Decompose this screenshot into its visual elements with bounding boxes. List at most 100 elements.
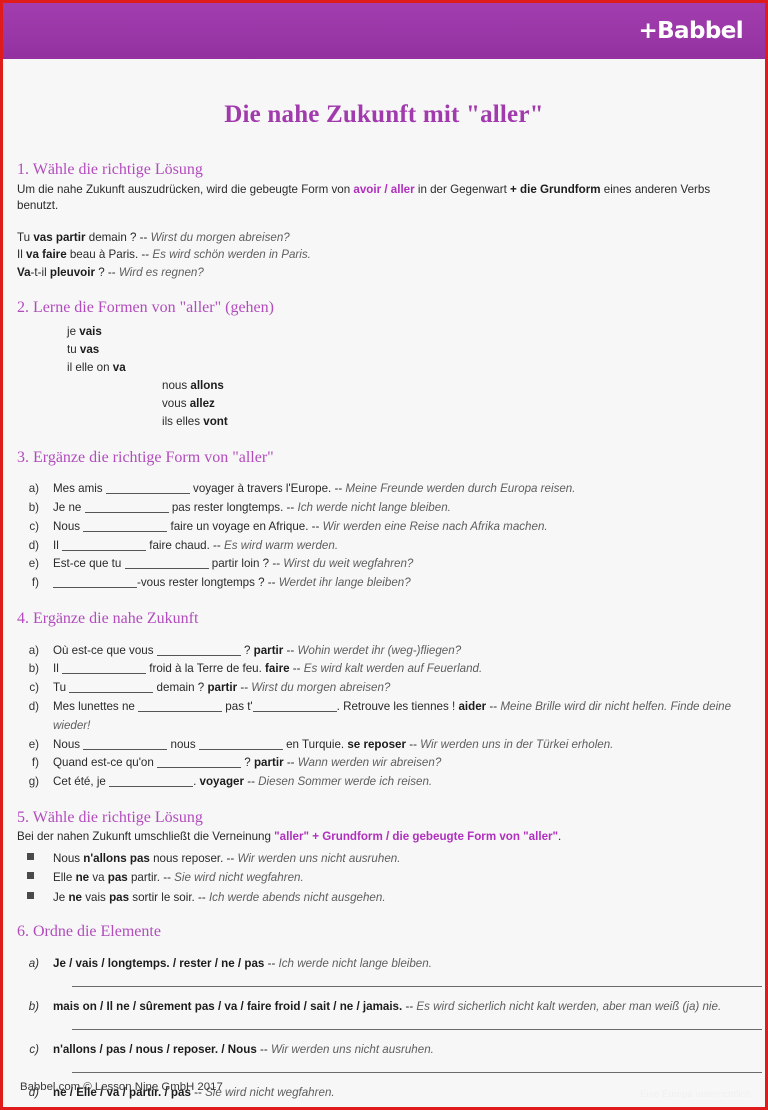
square-bullet-icon <box>17 868 53 886</box>
item-body: Nous faire un voyage en Afrique. -- Wir … <box>53 518 751 537</box>
conjugation-row: nous allons <box>17 377 751 395</box>
example-bold: vas partir <box>33 230 86 244</box>
conjugation-form: va <box>112 360 126 374</box>
conjugation-pronoun: tu <box>67 342 80 356</box>
example-post: -t-il <box>30 265 50 279</box>
babbel-logo: +Babbel <box>638 18 743 44</box>
item-letter: a) <box>28 956 39 970</box>
conjugation-row: tu vas <box>17 341 751 359</box>
item-pre: Quand est-ce qu'on <box>53 756 158 770</box>
item-post: demain ? <box>153 681 208 695</box>
fill-blank[interactable] <box>156 654 241 656</box>
item-pre: Tu <box>53 681 70 695</box>
item-post: en Turquie. <box>282 737 348 751</box>
item-translation: Wir werden uns nicht ausruhen. <box>270 1042 434 1056</box>
item-translation: Werdet ihr lange bleiben? <box>278 576 411 590</box>
item-bold-1: n'allons <box>83 851 127 865</box>
item-letter: b) <box>28 999 39 1013</box>
example-row: Va-t-il pleuvoir ? -- Wird es regnen? <box>17 264 751 282</box>
section5-items: Nous n'allons pas nous reposer. -- Wir w… <box>17 849 751 907</box>
item-infinitive: partir <box>253 643 284 657</box>
fill-blank[interactable] <box>83 748 168 750</box>
scrambled-elements: n'allons / pas / nous / reposer. / Nous <box>53 1042 257 1056</box>
item-body: Cet été, je . voyager -- Diesen Sommer w… <box>53 773 751 792</box>
item-post: -vous rester longtemps ? -- <box>137 576 279 590</box>
item-body: Il froid à la Terre de feu. faire -- Es … <box>53 660 751 679</box>
item-pre: Nous <box>53 519 84 533</box>
exercise-row: a) Mes amis voyager à travers l'Europe. -… <box>17 480 751 499</box>
item-body: mais on / Il ne / sûrement pas / va / fa… <box>53 998 751 1016</box>
item-mid: vais <box>82 890 110 904</box>
item-pre: Est-ce que tu <box>53 557 125 571</box>
section4-items: a) Où est-ce que vous ? partir -- Wohin w… <box>17 642 751 792</box>
example-row: Tu vas partir demain ? -- Wirst du morge… <box>17 229 751 247</box>
example-translation: Wird es regnen? <box>118 265 204 279</box>
fill-blank[interactable] <box>157 767 242 769</box>
exercise-row: g) Cet été, je . voyager -- Diesen Sommer… <box>17 773 751 792</box>
exercise-row: c) Tu demain ? partir -- Wirst du morgen … <box>17 679 751 698</box>
fill-blank[interactable] <box>84 512 169 514</box>
item-pre: Elle <box>53 871 76 885</box>
example-translation: Wirst du morgen abreisen? <box>150 230 290 244</box>
fill-blank[interactable] <box>62 549 147 551</box>
conjugation-pronoun: il elle on <box>67 360 113 374</box>
fill-blank-2[interactable] <box>198 748 283 750</box>
exercise-row: c) Nous faire un voyage en Afrique. -- Wi… <box>17 518 751 537</box>
intro-option-choice[interactable]: avoir / aller <box>353 183 414 196</box>
bullet-row: Je ne vais pas sortir le soir. -- Ich we… <box>17 888 751 907</box>
fill-blank[interactable] <box>83 530 168 532</box>
conjugation-form: vas <box>79 342 100 356</box>
item-post: pas rester longtemps. -- <box>168 501 298 515</box>
answer-line[interactable] <box>72 1071 762 1073</box>
item-translation: Wohin werdet ihr (weg-)fliegen? <box>297 643 462 657</box>
fill-blank[interactable] <box>109 786 194 788</box>
item-infinitive: aider <box>458 699 487 713</box>
intro-text-part1: Um die nahe Zukunft auszudrücken, wird d… <box>17 182 354 196</box>
fill-blank[interactable] <box>69 692 154 694</box>
item-sep: -- <box>283 643 298 657</box>
intro-bold-term: + die Grundform <box>510 182 601 196</box>
item-letter: d) <box>28 538 39 552</box>
item-post: ? <box>241 756 254 770</box>
item-letter: e) <box>28 557 39 571</box>
conjugation-row: je vais <box>17 323 751 341</box>
fill-blank[interactable] <box>124 568 209 570</box>
fill-blank[interactable] <box>138 710 223 712</box>
fill-blank[interactable] <box>105 493 190 495</box>
intro-option-choice[interactable]: "aller" + Grundform / die gebeugte Form … <box>274 830 558 843</box>
item-post: ? <box>240 643 254 657</box>
bullet-row: Nous n'allons pas nous reposer. -- Wir w… <box>17 849 751 868</box>
intro-text-post: . <box>558 830 562 844</box>
item-body: n'allons / pas / nous / reposer. / Nous … <box>53 1041 751 1059</box>
example-post: demain ? -- <box>85 230 151 244</box>
fill-blank-2[interactable] <box>252 710 337 712</box>
item-letter: c) <box>29 519 39 533</box>
answer-line[interactable] <box>72 1028 762 1030</box>
item-post: froid à la Terre de feu. <box>146 662 266 676</box>
item-translation: Diesen Sommer werde ich reisen. <box>258 775 433 789</box>
item-pre: Je ne <box>53 501 85 515</box>
item-letter: d) <box>28 699 39 713</box>
item-post: nous reposer. -- <box>149 851 238 865</box>
example-bold: Va <box>17 265 31 279</box>
item-body: Elle ne va pas partir. -- Sie wird nicht… <box>53 868 751 887</box>
conjugation-row: vous allez <box>17 395 751 413</box>
item-sep: -- <box>406 737 421 751</box>
conjugation-table: je vais tu vas il elle on va nous allons… <box>17 323 751 431</box>
item-post: . Retrouve les tiennes ! <box>336 699 459 713</box>
item-body: Mes amis voyager à travers l'Europe. -- … <box>53 480 751 499</box>
conjugation-form: vais <box>79 324 102 338</box>
exercise-row: f) Quand est-ce qu'on ? partir -- Wann we… <box>17 754 751 773</box>
section-heading-4: 4. Ergänze die nahe Zukunft <box>17 610 199 628</box>
conjugation-pronoun: je <box>67 324 80 338</box>
page-header: +Babbel <box>3 3 765 59</box>
item-pre: Il <box>53 538 63 552</box>
fill-blank[interactable] <box>53 587 137 589</box>
item-sep: -- <box>402 999 417 1013</box>
order-row: b) mais on / Il ne / sûrement pas / va / … <box>17 998 751 1016</box>
fill-blank[interactable] <box>62 673 147 675</box>
item-translation: Es wird kalt werden auf Feuerland. <box>303 662 483 676</box>
item-body: Nous n'allons pas nous reposer. -- Wir w… <box>53 849 751 868</box>
exercise-row: a) Où est-ce que vous ? partir -- Wohin w… <box>17 642 751 661</box>
answer-line[interactable] <box>72 985 762 987</box>
